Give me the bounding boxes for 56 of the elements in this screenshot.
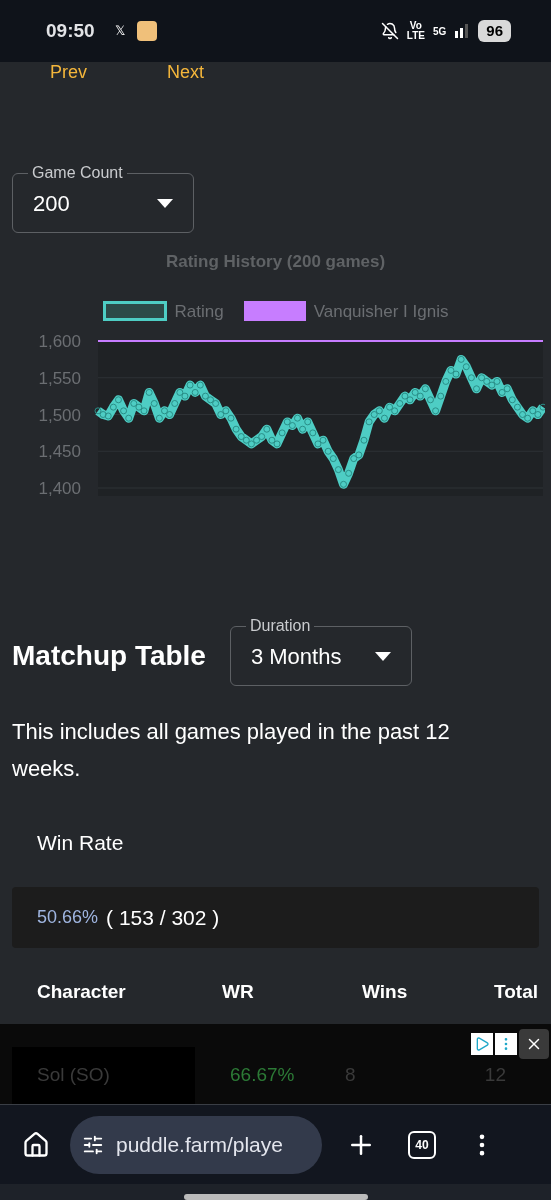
data-point [278,429,286,437]
legend-swatch [243,301,306,322]
home-icon[interactable] [22,1130,50,1159]
data-point [150,400,158,407]
column-header: Total [493,980,538,1004]
column-header: Character [37,980,127,1004]
prev-link[interactable]: Prev [50,59,87,86]
address-bar[interactable]: puddle.farm/playe [70,1115,322,1174]
chart-title: Rating History (200 games) [165,251,386,273]
y-tick-label: 1,550 [37,368,81,388]
data-point [308,429,316,437]
y-tick-label: 1,400 [37,479,81,498]
tab-count-button[interactable]: 40 [408,1130,436,1159]
column-header: WR [222,980,255,1004]
description-text: This includes all games played in the past 12 weeks. [11,718,451,783]
battery-level: 96 [478,20,511,42]
data-point [467,374,475,382]
select-value: 3 Months [250,642,342,671]
y-tick-label: 1,500 [37,405,81,425]
data-point [339,480,347,488]
dropdown-caret-icon [374,651,391,661]
legend-label: Rating [174,300,224,323]
data-point [436,392,444,400]
site-settings-icon [82,1133,104,1156]
ad-info-icon[interactable] [471,1033,493,1055]
data-point [360,436,367,444]
data-point [431,407,439,415]
signal-icon [454,24,471,38]
network-type: Vo LTE [406,21,425,41]
data-point [334,466,342,474]
dropdown-caret-icon [157,198,173,208]
y-tick-label: 1,450 [37,442,81,462]
section-heading: Matchup Table [12,639,206,673]
data-point [170,400,178,407]
win-rate-percent: 50.66% [37,905,99,929]
table-cell-text: 66.67% [229,1063,296,1088]
legend-label: Vanquisher I Ignis [313,300,449,323]
data-point [426,396,434,404]
muted-bell-icon [380,22,399,40]
legend-swatch [102,301,167,322]
data-point [441,377,449,385]
column-header: Wins [362,980,409,1004]
signal-label: 5G [432,24,447,39]
app-notification-glyph: 𝕏 [114,22,125,41]
select-value: 200 [33,189,70,218]
y-tick-label: 1,600 [37,332,81,351]
win-rate-label: Win Rate [36,830,125,856]
data-point [472,385,480,393]
data-point [344,469,352,477]
win-rate-counts: ( 153 / 302 ) [106,904,220,931]
data-point [145,388,153,396]
status-time: 09:50 [46,18,95,43]
next-link[interactable]: Next [167,59,205,86]
table-cell: Sol (SO) [12,1047,195,1104]
close-ad-button[interactable] [519,1029,549,1059]
url-text: puddle.farm/playe [116,1131,283,1158]
